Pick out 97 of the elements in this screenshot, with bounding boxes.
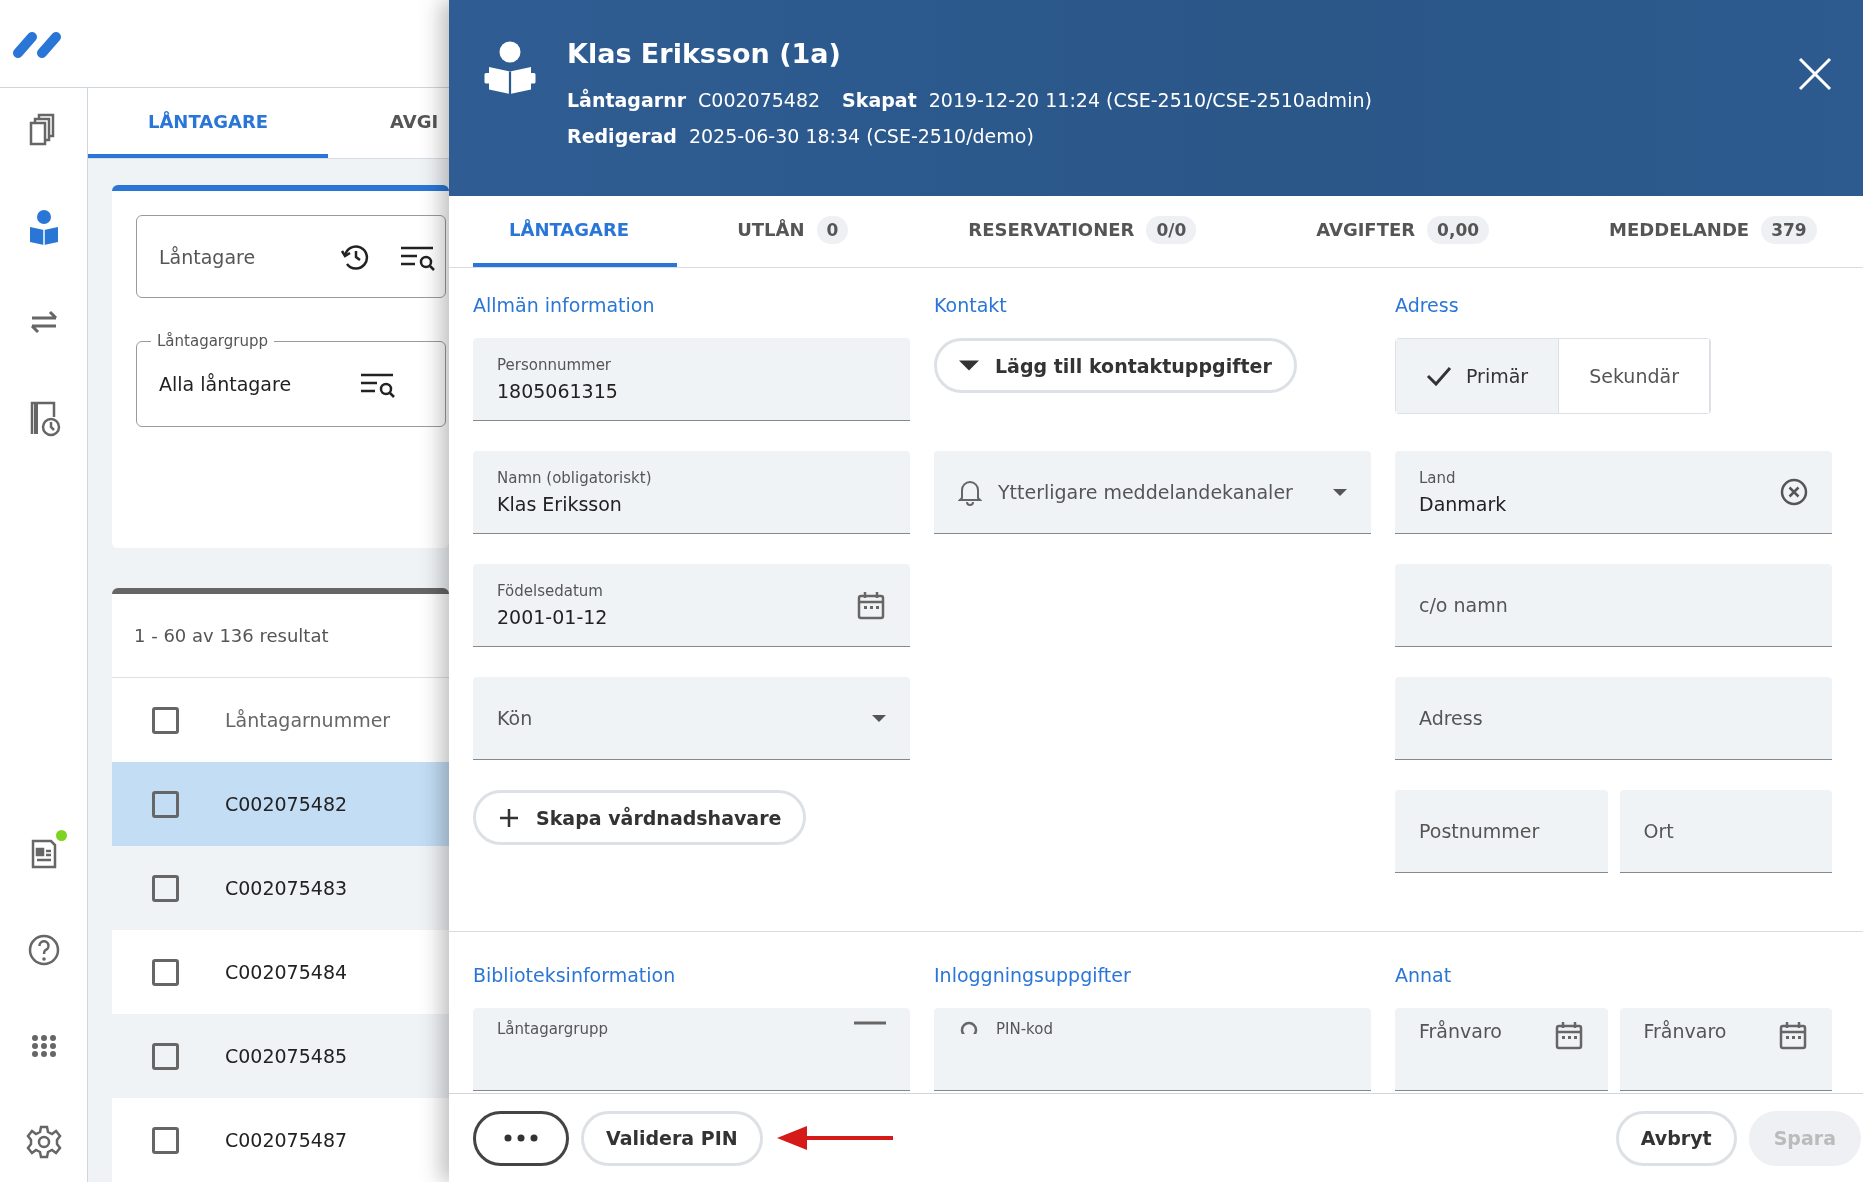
tab[interactable]: RESERVATIONER 0/0 — [908, 196, 1257, 267]
select-field[interactable]: Låntagargrupp — [473, 1008, 910, 1091]
checkbox[interactable] — [152, 1042, 179, 1070]
checkbox[interactable] — [152, 1126, 179, 1154]
table-row[interactable]: C002075484 — [112, 930, 449, 1014]
field-placeholder: Kön — [497, 707, 534, 729]
add-button[interactable]: Skapa vårdnadshavare — [473, 790, 807, 845]
date-field[interactable]: Frånvaro — [1395, 1008, 1608, 1091]
table-row[interactable]: C002075483 — [112, 846, 449, 930]
field-placeholder: Adress — [1419, 707, 1484, 729]
section-title: Inloggningsuppgifter — [934, 964, 1132, 988]
field-value: Danmark — [1419, 493, 1508, 515]
text-field[interactable]: Ort — [1619, 790, 1832, 873]
field-label: Låntagargrupp — [156, 332, 269, 351]
segment-option[interactable]: Primär — [1396, 339, 1560, 413]
tab[interactable]: AVGIFTER 0,00 — [1256, 196, 1550, 267]
section-title: Biblioteksinformation — [473, 964, 677, 988]
meta-label: Låntagarnr — [567, 89, 687, 111]
meta-label: Skapat — [842, 89, 917, 111]
text-field[interactable]: c/o namn — [1395, 564, 1832, 647]
more-dots-icon — [504, 1134, 538, 1142]
section-title: Allmän information — [473, 294, 656, 318]
caret-icon — [872, 714, 886, 722]
count-badge: 0 — [816, 215, 849, 244]
tab[interactable]: MEDDELANDE 379 — [1549, 196, 1863, 267]
text-field[interactable]: Land Danmark — [1395, 451, 1832, 534]
field-label: Namn (obligatoriskt) — [497, 469, 653, 487]
field-value: 2001-01-12 — [497, 606, 609, 628]
meta-value: 2019-12-20 11:24 (CSE-2510/CSE-2510admin) — [928, 89, 1372, 111]
borrower-name: Klas Eriksson (1a) — [567, 38, 842, 69]
table-row[interactable]: C002075482 — [112, 762, 449, 846]
checkbox[interactable] — [152, 790, 179, 818]
meta-value: C002075482 — [698, 89, 821, 111]
field-label: Födelsedatum — [497, 582, 604, 600]
field-label: Land — [1419, 469, 1457, 487]
select-field[interactable]: Ytterligare meddelandekanaler — [934, 451, 1371, 534]
group-field[interactable]: Låntagargrupp Alla låntagare — [136, 332, 446, 428]
button[interactable]: Validera PIN — [581, 1110, 763, 1166]
section-title: Kontakt — [934, 294, 1008, 318]
calendar-icon[interactable] — [1553, 1020, 1584, 1050]
field-label: PIN-kod — [996, 1020, 1054, 1038]
field-placeholder: c/o namn — [1419, 594, 1509, 616]
caret-icon — [1333, 488, 1347, 496]
dropdown-button[interactable]: Lägg till kontaktuppgifter — [934, 338, 1297, 393]
check-icon — [1426, 366, 1452, 386]
section-title: Adress — [1395, 294, 1460, 318]
field-value: Klas Eriksson — [497, 493, 623, 515]
meta-label: Redigerad — [567, 125, 677, 147]
field-placeholder: Frånvaro — [1643, 1020, 1728, 1042]
calendar-icon[interactable] — [1778, 1020, 1808, 1050]
plus-icon — [498, 806, 520, 829]
field-placeholder: Frånvaro — [1419, 1020, 1503, 1042]
field-placeholder: Ytterligare meddelandekanaler — [998, 481, 1294, 503]
field-value: 1805061315 — [497, 380, 619, 402]
tab[interactable]: AVGI — [328, 88, 449, 159]
field-label: Låntagargrupp — [497, 1020, 609, 1038]
close-button[interactable] — [1797, 56, 1833, 92]
count-badge: 0/0 — [1146, 215, 1197, 244]
button[interactable]: Avbryt — [1615, 1110, 1737, 1166]
text-field[interactable]: Postnummer — [1395, 790, 1608, 873]
date-field[interactable]: Frånvaro — [1619, 1008, 1832, 1091]
text-field[interactable]: Namn (obligatoriskt) Klas Eriksson — [473, 451, 910, 534]
pin-field[interactable]: PIN-kod — [934, 1008, 1371, 1091]
tab[interactable]: UTLÅN 0 — [677, 196, 909, 267]
more-button[interactable] — [473, 1110, 569, 1166]
date-field[interactable]: Födelsedatum 2001-01-12 — [473, 564, 910, 647]
section-title: Annat — [1395, 964, 1453, 988]
meta-value: 2025-06-30 18:34 (CSE-2510/demo) — [688, 125, 1034, 147]
search-field[interactable]: Låntagare — [136, 215, 446, 299]
table-cell: C002075482 — [225, 793, 348, 815]
tab[interactable]: LÅNTAGARE — [473, 196, 678, 267]
text-field[interactable]: Adress — [1395, 677, 1832, 760]
count-badge: 0,00 — [1427, 215, 1490, 244]
select-field[interactable]: Kön — [473, 677, 910, 760]
close-icon — [1797, 56, 1833, 92]
field-placeholder: Ort — [1643, 820, 1675, 842]
caret-icon — [959, 360, 979, 371]
clear-icon[interactable] — [1780, 478, 1808, 506]
field-label: Personnummer — [497, 356, 613, 374]
bell-icon — [958, 478, 982, 506]
table-row[interactable]: C002075485 — [112, 1014, 449, 1098]
checkbox[interactable] — [152, 958, 179, 986]
text-field[interactable]: Personnummer 1805061315 — [473, 338, 910, 421]
table-cell: C002075483 — [225, 877, 348, 899]
count-badge: 379 — [1761, 215, 1817, 244]
field-placeholder: Låntagare — [159, 245, 257, 268]
table-row[interactable]: C002075487 — [112, 1098, 449, 1182]
table-cell: C002075487 — [225, 1129, 348, 1151]
checkbox[interactable] — [152, 706, 179, 734]
tab[interactable]: LÅNTAGARE — [88, 88, 328, 159]
table-cell: C002075485 — [225, 1045, 348, 1067]
column-header: Låntagarnummer — [225, 709, 391, 731]
table-cell: C002075484 — [225, 961, 348, 983]
field-value: Alla låntagare — [159, 373, 293, 396]
calendar-icon[interactable] — [856, 590, 886, 620]
field-placeholder: Postnummer — [1419, 820, 1541, 842]
checkbox[interactable] — [152, 874, 179, 902]
